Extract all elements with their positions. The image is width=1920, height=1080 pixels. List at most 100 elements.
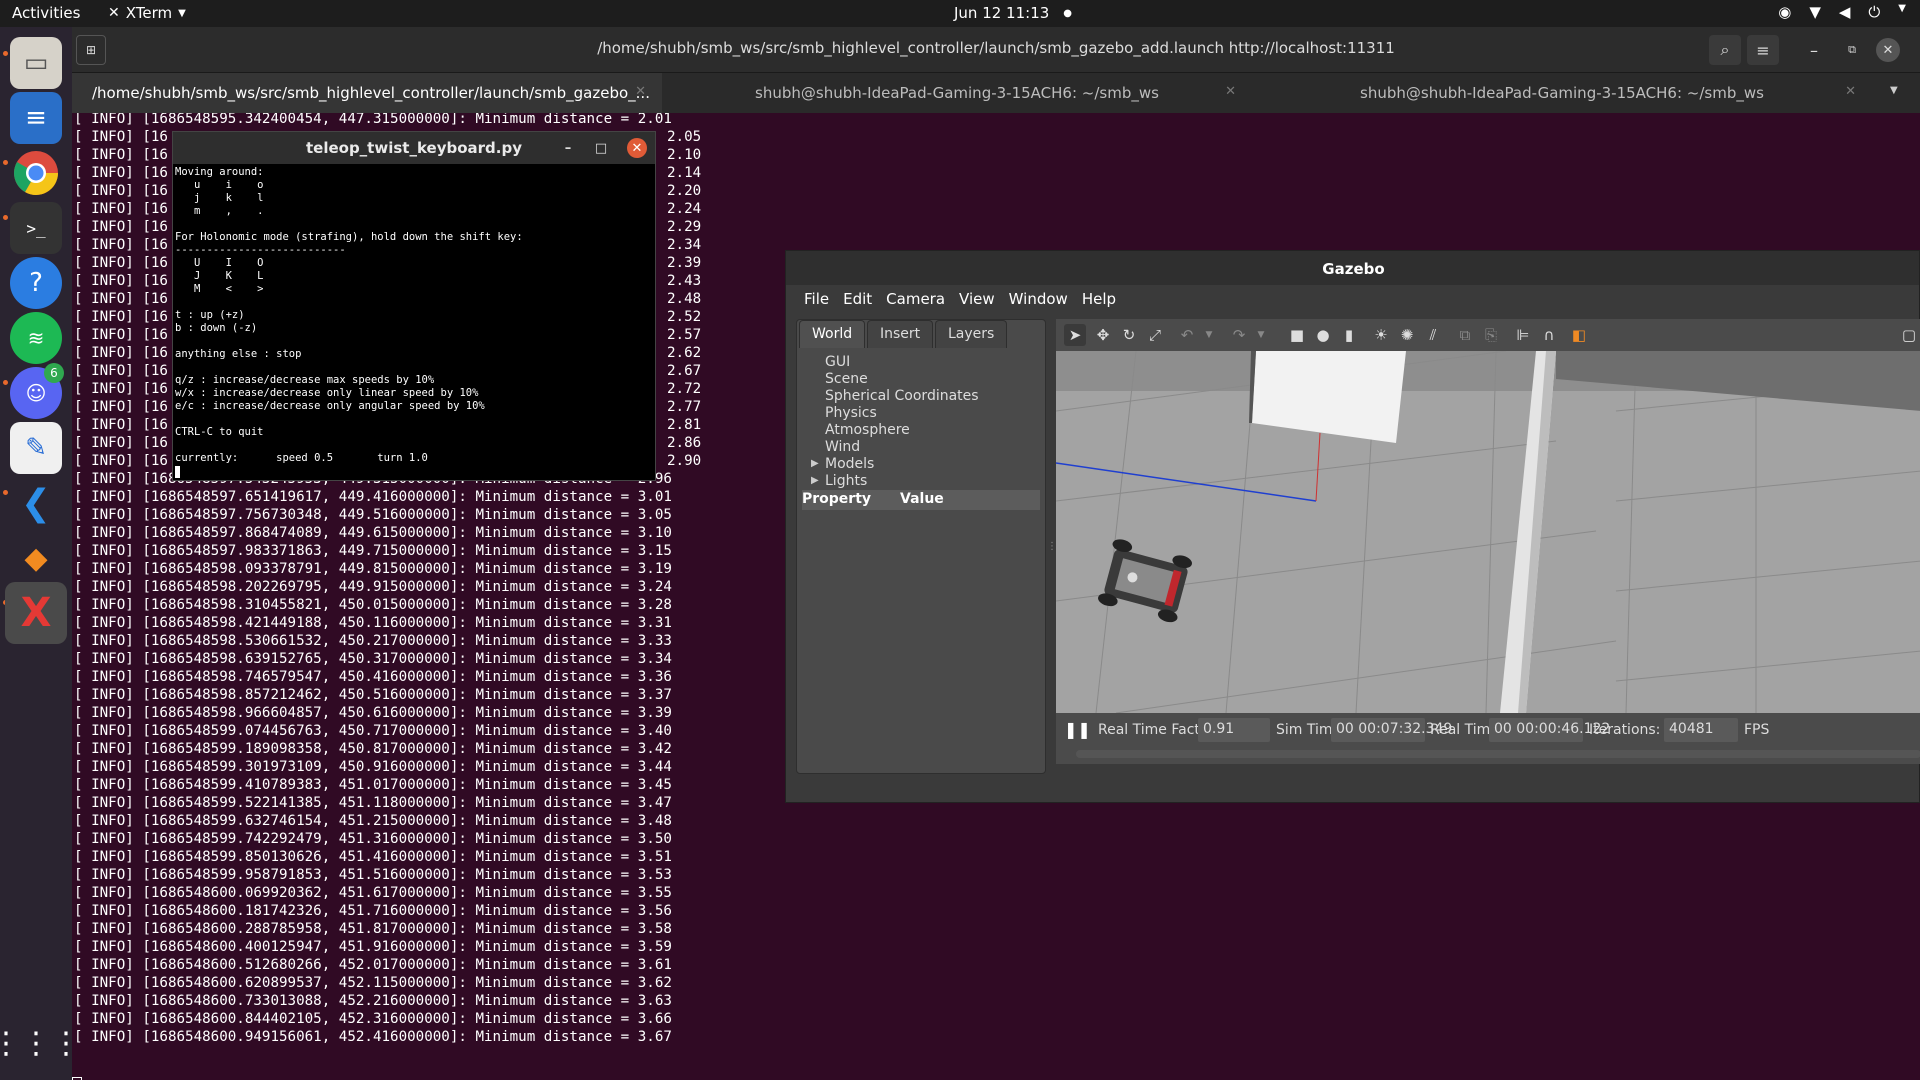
search-icon[interactable]: ⌕ [1709,35,1741,65]
menu-camera[interactable]: Camera [880,285,953,315]
tab-layers[interactable]: Layers [935,320,1008,348]
chevron-down-icon[interactable]: ▼ [1898,3,1906,21]
undo-icon[interactable]: ↶ [1176,324,1198,346]
minimize-button[interactable]: – [558,138,578,158]
menu-icon[interactable]: ≡ [1747,35,1779,65]
chrome-icon[interactable] [10,147,62,199]
system-tray[interactable]: ◉ ▼ ◀ ⏻ ▼ [1778,3,1906,21]
panel-splitter[interactable]: ⋮ [1047,541,1057,565]
log-line: [ INFO] [1686548595.342400454, 447.31500… [74,113,672,127]
expand-arrow-icon[interactable]: ▶ [811,475,819,486]
tree-item-atmosphere[interactable]: Atmosphere [825,422,910,438]
expand-arrow-icon[interactable]: ▶ [811,458,819,469]
close-icon[interactable]: ✕ [1845,84,1856,99]
box-shape-icon[interactable]: ■ [1286,324,1308,346]
menu-view[interactable]: View [953,285,1003,315]
change-view-icon[interactable]: ◧ [1568,324,1590,346]
cylinder-shape-icon[interactable]: ▮ [1338,324,1360,346]
help-icon[interactable]: ? [10,257,62,309]
log-line-value: 2.43 [667,273,702,289]
iterations-value: 40481 [1664,718,1738,742]
translate-mode-icon[interactable]: ✥ [1092,324,1114,346]
spotify-icon[interactable]: ≋ [10,312,62,364]
pause-button[interactable]: ❚❚ [1064,720,1091,739]
select-mode-icon[interactable]: ➤ [1064,324,1086,346]
log-line: [ INFO] [16 [74,453,168,469]
tree-item-wind[interactable]: Wind [825,439,860,455]
gazebo-status-bar: ❚❚ Real Time Factor: 0.91 Sim Time: 00 0… [1056,713,1920,748]
spot-light-icon[interactable]: ✺ [1396,324,1418,346]
xterm-icon[interactable]: X [5,582,67,644]
sphere-shape-icon[interactable]: ● [1312,324,1334,346]
directional-light-icon[interactable]: ⫽ [1422,324,1444,346]
align-icon[interactable]: ⊫ [1512,324,1534,346]
activities-button[interactable]: Activities [12,4,80,22]
tree-item-gui[interactable]: GUI [825,354,850,370]
clock[interactable]: Jun 12 11:13 ● [954,4,1072,22]
log-line: [ INFO] [1686548598.093378791, 449.81500… [74,561,672,577]
menu-help[interactable]: Help [1076,285,1124,315]
tab-shell-2[interactable]: shubh@shubh-IdeaPad-Gaming-3-15ACH6: ~/s… [1252,73,1872,113]
tab-world[interactable]: World [799,320,866,348]
chevron-down-icon[interactable]: ▼ [1198,324,1220,346]
scale-mode-icon[interactable]: ⤢ [1144,324,1166,346]
maximize-button[interactable]: □ [591,138,611,158]
tabs-dropdown-icon[interactable]: ▼ [1890,85,1898,96]
menu-window[interactable]: Window [1003,285,1076,315]
vscode-icon[interactable]: ❮ [10,477,62,529]
discord-icon[interactable]: ☺ 6 [10,363,64,419]
tab-label: shubh@shubh-IdeaPad-Gaming-3-15ACH6: ~/s… [1360,84,1764,102]
horizontal-scrollbar[interactable] [1076,750,1920,758]
tree-item-lights[interactable]: Lights [825,473,867,489]
snap-icon[interactable]: ∩ [1538,324,1560,346]
app-menu[interactable]: ✕ XTerm ▼ [108,4,186,22]
redo-icon[interactable]: ↷ [1228,324,1250,346]
wifi-icon[interactable]: ▼ [1809,3,1821,21]
show-apps-icon[interactable]: ⋮⋮⋮ [0,1017,81,1069]
power-icon[interactable]: ⏻ [1868,3,1880,21]
gazebo-window: Gazebo File Edit Camera View Window Help… [785,250,1920,803]
running-indicator [3,490,8,495]
log-line-value: 2.67 [667,363,702,379]
tab-insert[interactable]: Insert [867,320,934,348]
close-icon[interactable]: ✕ [1225,84,1236,99]
gazebo-3d-viewport[interactable] [1056,351,1920,713]
close-button[interactable]: ✕ [627,138,647,158]
terminal-header: ⊞ /home/shubh/smb_ws/src/smb_highlevel_c… [72,27,1920,73]
menu-edit[interactable]: Edit [837,285,880,315]
log-line: [ INFO] [1686548598.966604857, 450.61600… [74,705,672,721]
log-line: [ INFO] [1686548599.742292479, 451.31600… [74,831,672,847]
tab-shell-1[interactable]: shubh@shubh-IdeaPad-Gaming-3-15ACH6: ~/s… [662,73,1252,113]
log-line-value: 2.34 [667,237,702,253]
text-editor-icon[interactable]: ✎ [10,422,62,474]
log-line: [ INFO] [16 [74,183,168,199]
close-icon[interactable]: ✕ [635,84,646,99]
log-line: [ INFO] [1686548600.288785958, 451.81700… [74,921,672,937]
clock-text: Jun 12 11:13 [954,4,1050,22]
gazebo-toolbar: ➤ ✥ ↻ ⤢ ↶ ▼ ↷ ▼ ■ ● ▮ ☀ ✺ ⫽ ⧉ ⎘ ⊫ ∩ ◧ ▢ [1056,319,1920,351]
log-line-value: 2.77 [667,399,702,415]
discord-tray-icon[interactable]: ◉ [1778,3,1791,21]
log-line: [ INFO] [16 [74,417,168,433]
minimize-button[interactable]: – [1802,35,1826,65]
sublime-icon[interactable]: ◆ [10,532,62,584]
terminal-icon[interactable]: >_ [10,202,62,254]
writer-icon[interactable]: ≡ [10,92,62,144]
close-button[interactable]: ✕ [1876,38,1900,62]
volume-icon[interactable]: ◀ [1839,3,1851,21]
copy-icon[interactable]: ⧉ [1454,324,1476,346]
screenshot-icon[interactable]: ▢ [1898,324,1920,346]
tree-item-models[interactable]: Models [825,456,874,472]
menu-file[interactable]: File [798,285,837,315]
files-icon[interactable]: ▭ [10,37,62,89]
tree-item-physics[interactable]: Physics [825,405,877,421]
tree-item-spherical-coordinates[interactable]: Spherical Coordinates [825,388,979,404]
chevron-down-icon[interactable]: ▼ [1250,324,1272,346]
point-light-icon[interactable]: ☀ [1370,324,1392,346]
tree-item-scene[interactable]: Scene [825,371,868,387]
teleop-cursor [175,466,180,478]
paste-icon[interactable]: ⎘ [1480,324,1502,346]
maximize-button[interactable]: ⧉ [1840,35,1864,65]
rotate-mode-icon[interactable]: ↻ [1118,324,1140,346]
tab-launch[interactable]: /home/shubh/smb_ws/src/smb_highlevel_con… [72,73,662,113]
